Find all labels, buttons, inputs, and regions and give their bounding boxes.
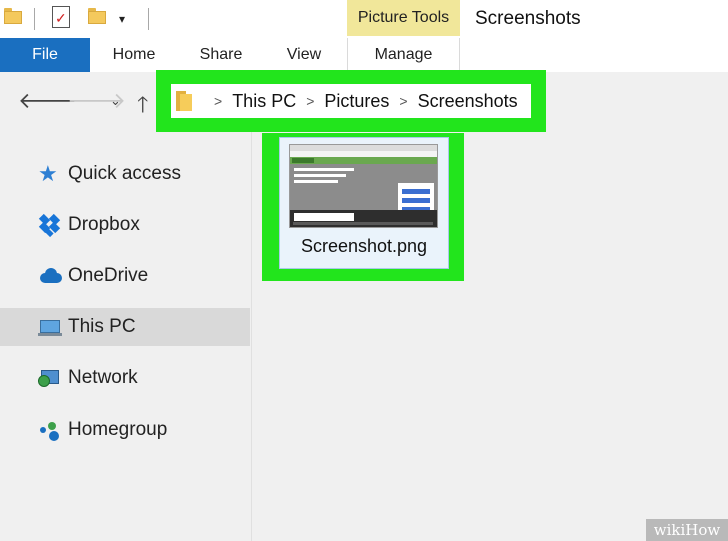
- nav-item-label: Homegroup: [68, 419, 168, 440]
- nav-item-label: Network: [68, 367, 138, 388]
- nav-item-label: Dropbox: [68, 214, 140, 235]
- nav-item-onedrive[interactable]: OneDrive: [0, 257, 250, 295]
- chevron-right-icon[interactable]: >: [306, 93, 314, 109]
- breadcrumb-screenshots[interactable]: Screenshots: [418, 91, 518, 112]
- tab-manage[interactable]: Manage: [347, 38, 460, 72]
- folder-icon: [176, 91, 194, 111]
- onedrive-icon: [38, 265, 64, 287]
- dropbox-icon: [38, 213, 64, 238]
- nav-item-homegroup[interactable]: Homegroup: [0, 411, 250, 449]
- toolbar-divider: [34, 8, 35, 30]
- properties-icon[interactable]: ✓: [52, 6, 70, 28]
- customize-toolbar-dropdown-icon[interactable]: ▾: [119, 12, 125, 26]
- tab-home[interactable]: Home: [92, 38, 176, 72]
- network-icon: [38, 367, 64, 389]
- nav-item-network[interactable]: Network: [0, 359, 250, 397]
- tab-share[interactable]: Share: [182, 38, 260, 72]
- nav-item-label: Quick access: [68, 163, 181, 184]
- nav-item-dropbox[interactable]: Dropbox: [0, 206, 250, 244]
- nav-item-label: OneDrive: [68, 265, 149, 286]
- breadcrumb-this-pc[interactable]: This PC: [232, 91, 296, 112]
- file-name[interactable]: Screenshot.png: [279, 236, 449, 257]
- address-bar[interactable]: > This PC > Pictures > Screenshots: [171, 84, 531, 118]
- toolbar-divider: [148, 8, 149, 30]
- chevron-right-icon[interactable]: >: [399, 93, 407, 109]
- star-icon: ★: [38, 161, 58, 186]
- nav-item-label: This PC: [68, 316, 136, 337]
- file-thumbnail[interactable]: [289, 144, 438, 228]
- window-title: Screenshots: [475, 8, 581, 29]
- tab-view[interactable]: View: [266, 38, 342, 72]
- homegroup-icon: [38, 419, 64, 441]
- picture-tools-label: Picture Tools: [347, 0, 460, 36]
- folder-icon[interactable]: [4, 8, 22, 24]
- nav-item-this-pc[interactable]: This PC: [0, 308, 250, 346]
- breadcrumb-pictures[interactable]: Pictures: [324, 91, 389, 112]
- wikihow-watermark: wikiHow: [646, 519, 728, 541]
- chevron-right-icon[interactable]: >: [214, 93, 222, 109]
- nav-item-quick-access[interactable]: ★ Quick access: [0, 155, 250, 193]
- recent-locations-chevron-icon[interactable]: ⌄: [110, 93, 121, 109]
- computer-icon: [38, 316, 64, 338]
- new-folder-icon[interactable]: [88, 8, 106, 24]
- screenshot-preview-image: [290, 145, 437, 227]
- tab-file[interactable]: File: [0, 38, 90, 72]
- up-arrow-icon[interactable]: 🡑: [137, 88, 148, 126]
